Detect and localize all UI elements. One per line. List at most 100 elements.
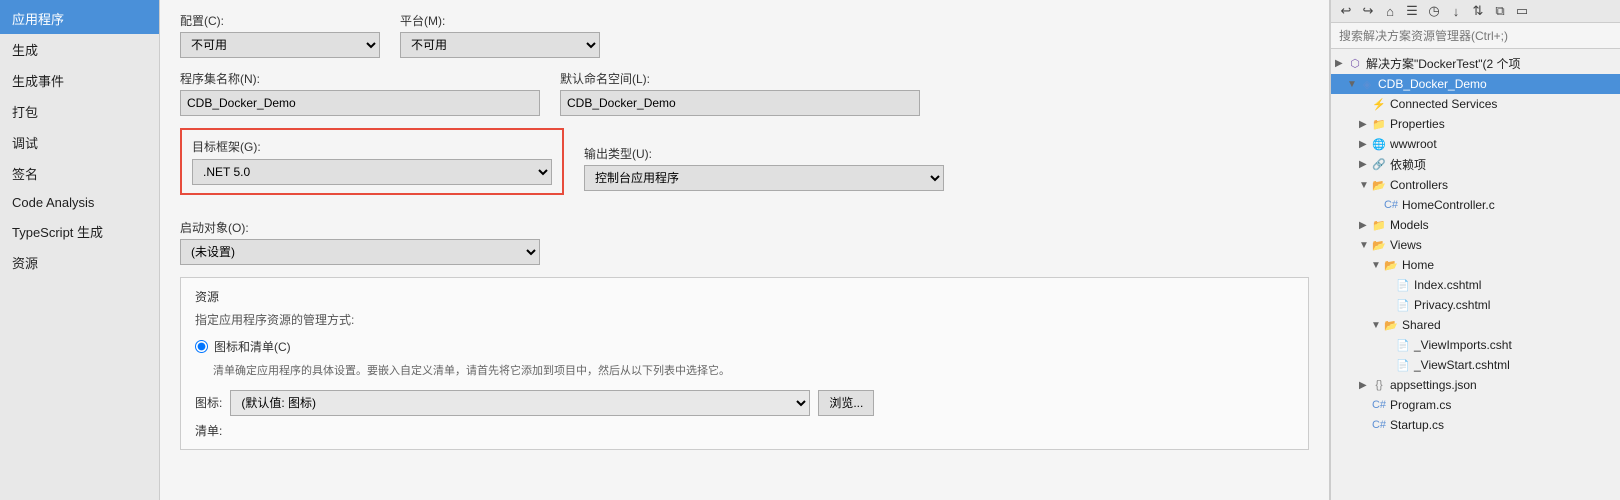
back-icon[interactable]: ↩ [1337, 2, 1355, 20]
sidebar-item-resources[interactable]: 资源 [0, 247, 159, 278]
icon-select[interactable]: (默认值: 图标) [230, 390, 810, 416]
startup-group: 启动对象(O): (未设置) [180, 219, 540, 265]
namespace-input[interactable] [560, 90, 920, 116]
tree-icon-privacy-cshtml: 📄 [1395, 297, 1411, 313]
assembly-namespace-row: 程序集名称(N): 默认命名空间(L): [180, 70, 1309, 116]
tree-label-views-home: Home [1402, 258, 1434, 272]
tree-arrow-controllers: ▼ [1359, 180, 1371, 191]
sidebar-item-build[interactable]: 生成 [0, 34, 159, 65]
solution-tree: ▶ ⬡ 解决方案"DockerTest"(2 个项 ▼ ◈ CDB_Docker… [1331, 49, 1620, 500]
tree-arrow-wwwroot: ▶ [1359, 139, 1371, 150]
tree-label-properties: Properties [1390, 117, 1445, 131]
tree-label-models: Models [1390, 218, 1429, 232]
tree-icon-wwwroot: 🌐 [1371, 136, 1387, 152]
tree-item-appsettings[interactable]: ▶{}appsettings.json [1331, 375, 1620, 395]
icon-row: 图标: (默认值: 图标) 浏览... [195, 390, 1294, 416]
output-select[interactable]: 控制台应用程序 [584, 165, 944, 191]
tree-label-controllers: Controllers [1390, 178, 1448, 192]
assembly-input[interactable] [180, 90, 540, 116]
icon-manifest-label: 图标和清单(C) [214, 338, 291, 355]
tree-arrow-views: ▼ [1359, 240, 1371, 251]
home-icon[interactable]: ⌂ [1381, 2, 1399, 20]
tree-icon-properties: 📁 [1371, 116, 1387, 132]
namespace-group: 默认命名空间(L): [560, 70, 920, 116]
solution-arrow: ▶ [1335, 58, 1347, 69]
copy-icon[interactable]: ⧉ [1491, 2, 1509, 20]
tree-icon-index-cshtml: 📄 [1395, 277, 1411, 293]
tree-item-program-cs[interactable]: C#Program.cs [1331, 395, 1620, 415]
tree-icon-controllers: 📂 [1371, 177, 1387, 193]
window-icon[interactable]: ▭ [1513, 2, 1531, 20]
sub-desc: 清单确定应用程序的具体设置。要嵌入自定义清单，请首先将它添加到项目中，然后从以下… [195, 363, 1294, 380]
forward-icon[interactable]: ↪ [1359, 2, 1377, 20]
tree-arrow-appsettings: ▶ [1359, 380, 1371, 391]
framework-select[interactable]: .NET 5.0 [192, 159, 552, 185]
tree-label-connected-services: Connected Services [1390, 97, 1497, 111]
sidebar-item-sign[interactable]: 签名 [0, 158, 159, 189]
tree-item-properties[interactable]: ▶📁Properties [1331, 114, 1620, 134]
namespace-label: 默认命名空间(L): [560, 70, 920, 87]
output-group: 输出类型(U): 控制台应用程序 [584, 145, 944, 191]
clock-icon[interactable]: ◷ [1425, 2, 1443, 20]
startup-select[interactable]: (未设置) [180, 239, 540, 265]
assembly-label: 程序集名称(N): [180, 70, 540, 87]
solution-root[interactable]: ▶ ⬡ 解决方案"DockerTest"(2 个项 [1331, 53, 1620, 74]
tree-label-shared: Shared [1402, 318, 1441, 332]
tree-arrow-deps: ▶ [1359, 159, 1371, 170]
list-icon[interactable]: ☰ [1403, 2, 1421, 20]
sidebar-item-code-analysis[interactable]: Code Analysis [0, 189, 159, 216]
resources-title: 资源 [195, 288, 1294, 305]
tree-item-controllers[interactable]: ▼📂Controllers [1331, 175, 1620, 195]
tree-item-viewstart[interactable]: 📄_ViewStart.cshtml [1331, 355, 1620, 375]
tree-label-wwwroot: wwwroot [1390, 137, 1437, 151]
sidebar-item-package[interactable]: 打包 [0, 96, 159, 127]
tree-label-program-cs: Program.cs [1390, 398, 1451, 412]
radio-group: 图标和清单(C) [195, 338, 1294, 355]
tree-item-shared[interactable]: ▼📂Shared [1331, 315, 1620, 335]
solution-label: 解决方案"DockerTest"(2 个项 [1366, 55, 1521, 72]
tree-item-models[interactable]: ▶📁Models [1331, 215, 1620, 235]
tree-item-deps[interactable]: ▶🔗依赖项 [1331, 154, 1620, 175]
assembly-group: 程序集名称(N): [180, 70, 540, 116]
sidebar-item-build-events[interactable]: 生成事件 [0, 65, 159, 96]
tree-item-startup-cs[interactable]: C#Startup.cs [1331, 415, 1620, 435]
tree-item-index-cshtml[interactable]: 📄Index.cshtml [1331, 275, 1620, 295]
tree-icon-views: 📂 [1371, 237, 1387, 253]
tree-item-views[interactable]: ▼📂Views [1331, 235, 1620, 255]
browse-button[interactable]: 浏览... [818, 390, 874, 416]
framework-label: 目标框架(G): [192, 138, 552, 155]
tree-item-home-controller[interactable]: C#HomeController.c [1331, 195, 1620, 215]
tree-label-index-cshtml: Index.cshtml [1414, 278, 1481, 292]
sidebar: 应用程序生成生成事件打包调试签名Code AnalysisTypeScript … [0, 0, 160, 500]
sidebar-item-typescript[interactable]: TypeScript 生成 [0, 216, 159, 247]
startup-label: 启动对象(O): [180, 219, 540, 236]
tree-item-wwwroot[interactable]: ▶🌐wwwroot [1331, 134, 1620, 154]
solution-explorer-search: 搜索解决方案资源管理器(Ctrl+;) [1331, 23, 1620, 49]
project-root[interactable]: ▼ ◈ CDB_Docker_Demo [1331, 74, 1620, 94]
list-label: 清单: [195, 422, 1294, 439]
sync-icon[interactable]: ⇅ [1469, 2, 1487, 20]
tree-label-views: Views [1390, 238, 1422, 252]
tree-label-startup-cs: Startup.cs [1390, 418, 1444, 432]
tree-item-connected-services[interactable]: ⚡Connected Services [1331, 94, 1620, 114]
tree-arrow-views-home: ▼ [1371, 260, 1383, 271]
config-platform-row: 配置(C): 不可用 平台(M): 不可用 [180, 12, 1309, 58]
resources-section: 资源 指定应用程序资源的管理方式: 图标和清单(C) 清单确定应用程序的具体设置… [180, 277, 1309, 450]
down-icon[interactable]: ↓ [1447, 2, 1465, 20]
config-select[interactable]: 不可用 [180, 32, 380, 58]
tree-icon-startup-cs: C# [1371, 417, 1387, 433]
platform-group: 平台(M): 不可用 [400, 12, 600, 58]
tree-item-views-home[interactable]: ▼📂Home [1331, 255, 1620, 275]
tree-item-privacy-cshtml[interactable]: 📄Privacy.cshtml [1331, 295, 1620, 315]
tree-item-viewimports[interactable]: 📄_ViewImports.csht [1331, 335, 1620, 355]
icon-manifest-radio[interactable] [195, 340, 208, 353]
sidebar-item-debug[interactable]: 调试 [0, 127, 159, 158]
platform-select[interactable]: 不可用 [400, 32, 600, 58]
tree-icon-models: 📁 [1371, 217, 1387, 233]
tree-label-viewimports: _ViewImports.csht [1414, 338, 1512, 352]
tree-arrow-properties: ▶ [1359, 119, 1371, 130]
tree-label-appsettings: appsettings.json [1390, 378, 1477, 392]
solution-explorer-panel: ↩ ↪ ⌂ ☰ ◷ ↓ ⇅ ⧉ ▭ 搜索解决方案资源管理器(Ctrl+;) ▶ … [1330, 0, 1620, 500]
tree-icon-viewimports: 📄 [1395, 337, 1411, 353]
sidebar-item-app[interactable]: 应用程序 [0, 3, 159, 34]
